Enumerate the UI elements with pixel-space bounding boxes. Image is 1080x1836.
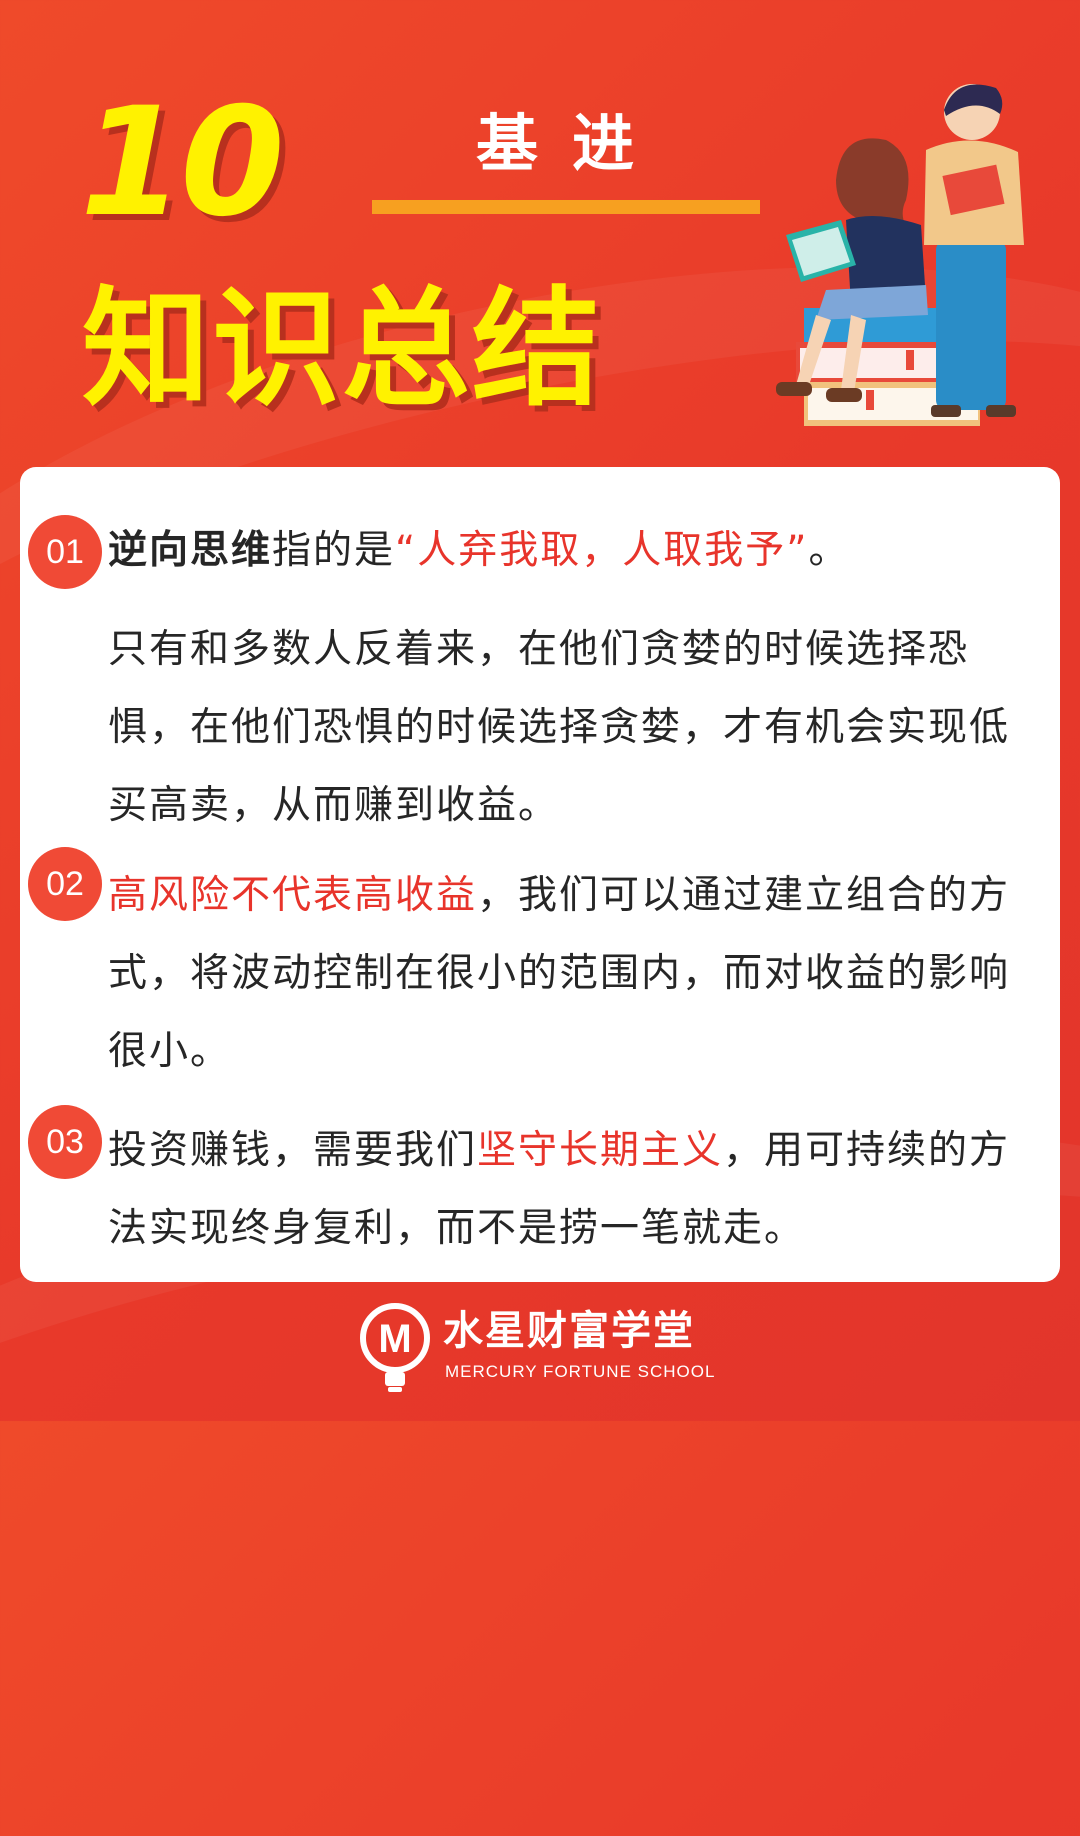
point-1-lead: 指的是 [272,528,396,573]
page-title: 知识总结 [82,275,603,424]
point-1-quote: “人弃我取，人取我予” [395,528,809,573]
point-1-detail: 只有和多数人反着来，在他们贪婪的时候选择恐惧，在他们恐惧的时候选择贪婪，才有机会… [108,627,1011,828]
divider-bar [372,200,760,214]
subtitle: 基进 [476,107,669,180]
point-badge: 03 [28,1105,102,1179]
point-badge: 02 [28,847,102,921]
point-3-lead: 投资赚钱，需要我们 [108,1128,478,1173]
logo-letter: M [378,1317,411,1361]
brand-logo: M 水星财富学堂 MERCURY FORTUNE SCHOOL [355,1298,755,1398]
summary-card: 01 逆向思维指的是“人弃我取，人取我予”。 只有和多数人反着来，在他们贪婪的时… [20,467,1060,1282]
point-2-term: 高风险不代表高收益 [108,873,478,918]
point-1-tail: 。 [808,528,850,573]
mercury-logo-icon: M [360,1303,430,1392]
issue-number: 10 [80,76,285,250]
point-2-text: 高风险不代表高收益，我们可以通过建立组合的方式，将波动控制在很小的范围内，而对收… [108,857,1048,1091]
point-badge: 01 [28,515,102,589]
point-1-term: 逆向思维 [108,528,273,573]
point-3-term: 坚守长期主义 [477,1128,724,1173]
brand-name: 水星财富学堂 [443,1308,695,1354]
point-1-heading: 逆向思维指的是“人弃我取，人取我予”。 [108,512,1048,590]
students-reading-illustration [776,84,1024,426]
point-3-text: 投资赚钱，需要我们坚守长期主义，用可持续的方法实现终身复利，而不是捞一笔就走。 [108,1112,1048,1268]
brand-name-en: MERCURY FORTUNE SCHOOL [445,1362,716,1381]
